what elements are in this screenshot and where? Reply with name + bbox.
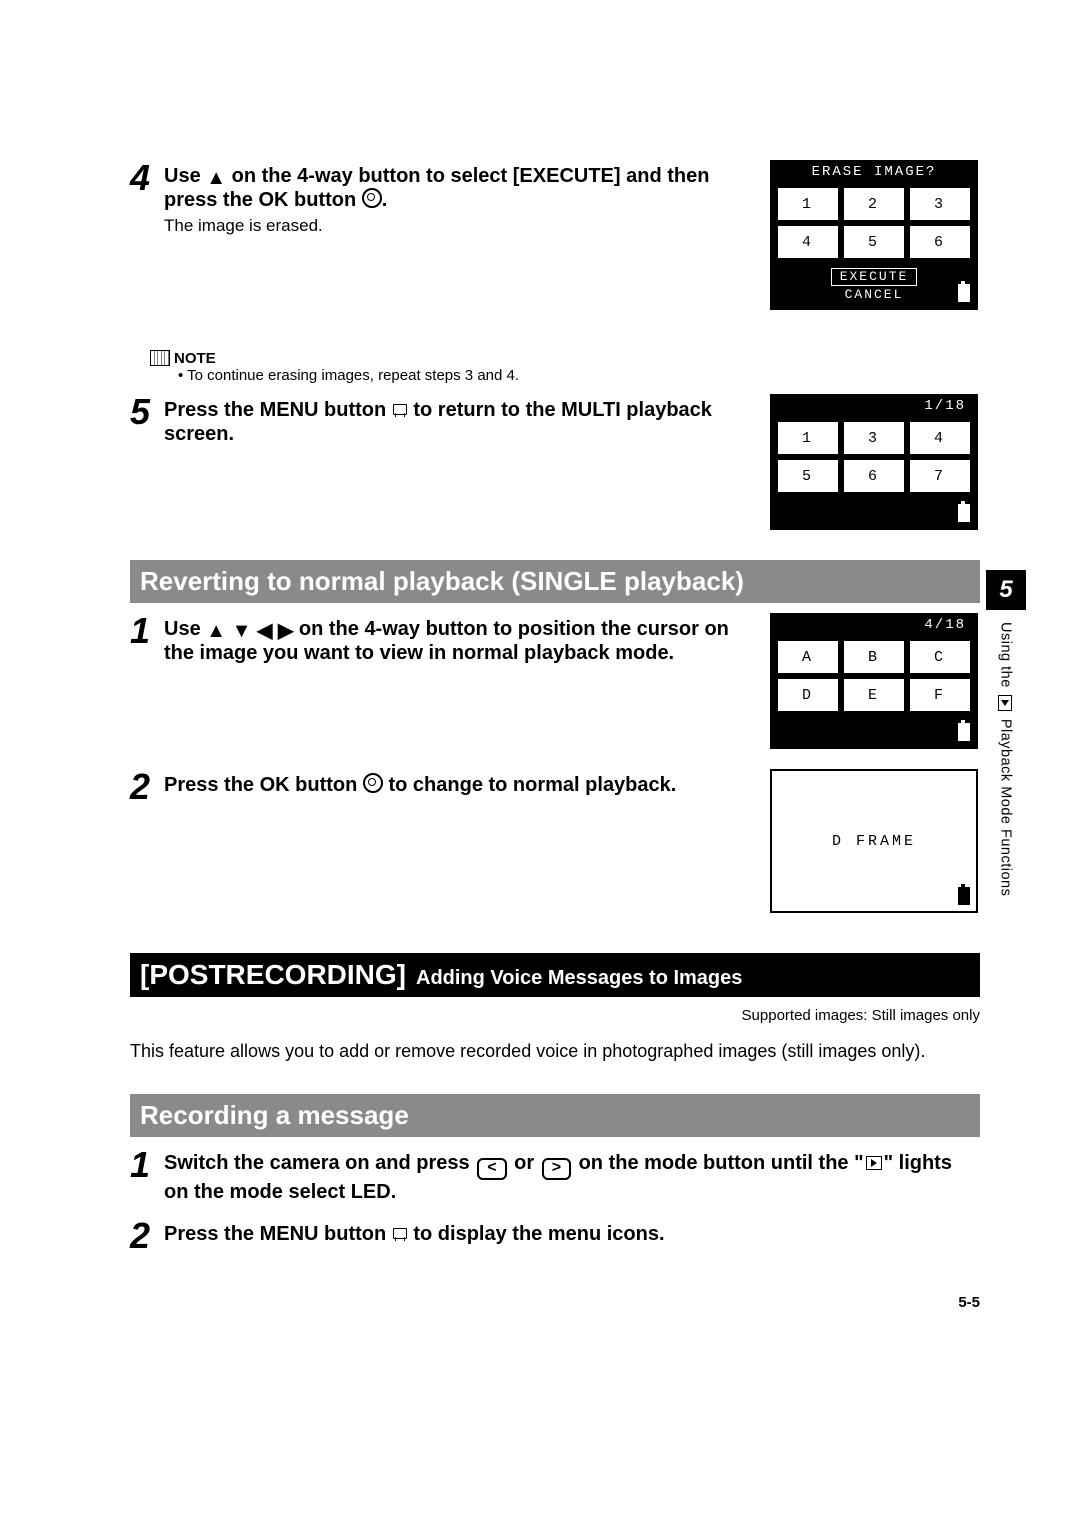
step4-text: The image is erased. bbox=[164, 216, 754, 236]
thumb: 5 bbox=[778, 460, 838, 492]
step5-title: Press the MENU button to return to the M… bbox=[164, 398, 754, 446]
intro-text: This feature allows you to add or remove… bbox=[130, 1040, 980, 1063]
menu-button-icon bbox=[392, 1226, 408, 1242]
note-label: NOTE bbox=[150, 350, 980, 367]
thumb: 6 bbox=[910, 226, 970, 258]
step4-title: Use ▲ on the 4-way button to select [EXE… bbox=[164, 164, 754, 212]
thumb: 4 bbox=[910, 422, 970, 454]
option-execute: EXECUTE bbox=[831, 268, 917, 286]
playback-symbol-icon bbox=[866, 1156, 882, 1170]
stepB1-title: Switch the camera on and press < or > on… bbox=[164, 1151, 980, 1204]
stepB2-title: Press the MENU button to display the men… bbox=[164, 1222, 980, 1246]
lcd-erase-screen: ERASE IMAGE? 1 2 3 4 5 6 EXECUTE CANCEL bbox=[770, 160, 978, 310]
thumb: F bbox=[910, 679, 970, 711]
section-heading-reverting: Reverting to normal playback (SINGLE pla… bbox=[130, 560, 980, 603]
battery-icon bbox=[958, 887, 970, 905]
playback-symbol-icon bbox=[998, 695, 1012, 711]
menu-button-icon bbox=[392, 402, 408, 418]
thumb: 2 bbox=[844, 188, 904, 220]
supported-images-note: Supported images: Still images only bbox=[130, 1007, 980, 1024]
thumb: A bbox=[778, 641, 838, 673]
text: . bbox=[382, 189, 388, 211]
text: on the mode button until the " bbox=[579, 1152, 864, 1174]
step-number-5: 5 bbox=[130, 394, 164, 430]
thumb: E bbox=[844, 679, 904, 711]
thumb: 1 bbox=[778, 188, 838, 220]
step-number-4: 4 bbox=[130, 160, 164, 196]
lcd-counter: 1/18 bbox=[772, 396, 976, 416]
thumb: 6 bbox=[844, 460, 904, 492]
ok-button-icon bbox=[363, 773, 383, 793]
chapter-number: 5 bbox=[986, 570, 1026, 610]
chapter-title: Using the Playback Mode Functions bbox=[986, 622, 1024, 896]
thumb: 3 bbox=[910, 188, 970, 220]
text: Using the bbox=[998, 622, 1014, 688]
thumb: D bbox=[778, 679, 838, 711]
text: Use bbox=[164, 165, 201, 187]
lcd-header: ERASE IMAGE? bbox=[772, 162, 976, 182]
heading-main: [POSTRECORDING] bbox=[140, 959, 406, 991]
text: Use bbox=[164, 618, 201, 640]
page-number: 5-5 bbox=[130, 1294, 980, 1311]
step-number-2: 2 bbox=[130, 769, 164, 805]
step-number-2: 2 bbox=[130, 1218, 164, 1254]
stepA2-title: Press the OK button to change to normal … bbox=[164, 773, 754, 797]
thumb: 4 bbox=[778, 226, 838, 258]
thumb: 5 bbox=[844, 226, 904, 258]
thumb: B bbox=[844, 641, 904, 673]
text: Press the OK button bbox=[164, 774, 357, 796]
lcd-frame-label: D FRAME bbox=[832, 833, 916, 850]
step-number-1: 1 bbox=[130, 613, 164, 649]
note-text: • To continue erasing images, repeat ste… bbox=[178, 367, 980, 384]
thumb: 7 bbox=[910, 460, 970, 492]
battery-icon bbox=[958, 284, 970, 302]
battery-icon bbox=[958, 504, 970, 522]
text: Playback Mode Functions bbox=[998, 719, 1014, 897]
text: Press the MENU button bbox=[164, 399, 386, 421]
lcd-single-screen: D FRAME bbox=[770, 769, 978, 913]
ok-button-icon bbox=[362, 188, 382, 208]
lcd-multi-screen: 1/18 1 3 4 5 6 7 bbox=[770, 394, 978, 530]
step-number-1: 1 bbox=[130, 1147, 164, 1183]
mode-right-button-icon: > bbox=[542, 1158, 571, 1180]
text: Press the MENU button bbox=[164, 1223, 386, 1245]
lcd-counter: 4/18 bbox=[772, 615, 976, 635]
section-heading-postrecording: [POSTRECORDING] Adding Voice Messages to… bbox=[130, 953, 980, 997]
text: to display the menu icons. bbox=[413, 1223, 664, 1245]
thumb: 1 bbox=[778, 422, 838, 454]
text: on the 4-way button to select [EXECUTE] … bbox=[164, 165, 709, 211]
thumb: 3 bbox=[844, 422, 904, 454]
text: Switch the camera on and press bbox=[164, 1152, 470, 1174]
battery-icon bbox=[958, 723, 970, 741]
chapter-tab: 5 Using the Playback Mode Functions bbox=[986, 570, 1026, 896]
text: or bbox=[514, 1152, 534, 1174]
option-cancel: CANCEL bbox=[778, 287, 970, 303]
lcd-multi-cursor-screen: 4/18 A B C D E F bbox=[770, 613, 978, 749]
heading-sub: Adding Voice Messages to Images bbox=[416, 967, 742, 990]
thumb: C bbox=[910, 641, 970, 673]
section-heading-recording: Recording a message bbox=[130, 1094, 980, 1137]
text: to change to normal playback. bbox=[388, 774, 676, 796]
stepA1-title: Use ▲ ▼ ◀ ▶ on the 4-way button to posit… bbox=[164, 617, 754, 665]
mode-left-button-icon: < bbox=[477, 1158, 506, 1180]
